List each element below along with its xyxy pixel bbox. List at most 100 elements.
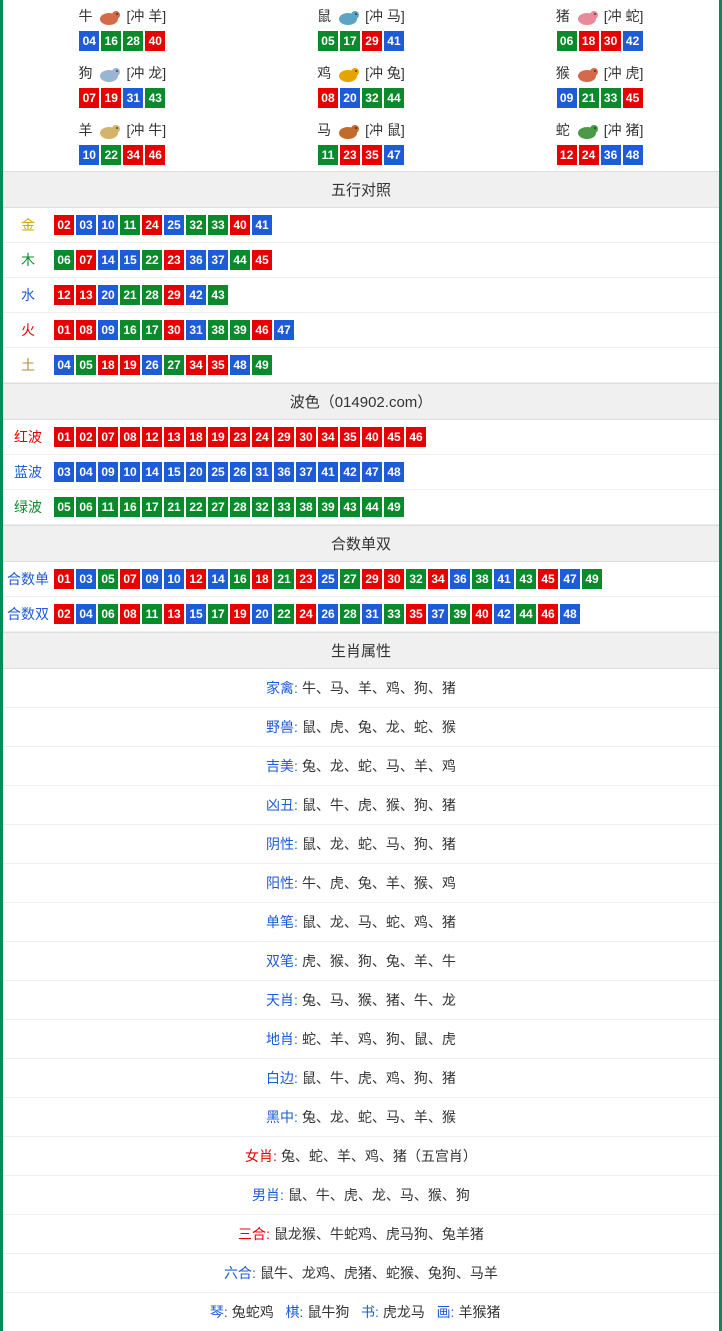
number-ball: 03 — [76, 569, 96, 589]
number-ball: 37 — [428, 604, 448, 624]
zodiac-icon — [333, 5, 363, 27]
zodiac-icon — [94, 62, 124, 84]
prop-label: 天肖: — [266, 992, 298, 1008]
prop-row: 阴性:鼠、龙、蛇、马、狗、猪 — [3, 825, 719, 864]
wuxing-vals: 1213202128294243 — [53, 284, 719, 306]
number-ball: 47 — [384, 145, 404, 165]
prop-value: 牛、马、羊、鸡、狗、猪 — [302, 680, 456, 696]
number-ball: 28 — [123, 31, 143, 51]
number-ball: 32 — [252, 497, 272, 517]
number-ball: 08 — [76, 320, 96, 340]
number-ball: 16 — [120, 320, 140, 340]
wuxing-row: 水1213202128294243 — [3, 278, 719, 313]
prop-row: 双笔:虎、猴、狗、兔、羊、牛 — [3, 942, 719, 981]
number-ball: 15 — [120, 250, 140, 270]
number-ball: 28 — [230, 497, 250, 517]
number-ball: 07 — [76, 250, 96, 270]
wuxing-row: 火0108091617303138394647 — [3, 313, 719, 348]
zodiac-cell: 狗[冲 龙]07193143 — [3, 57, 242, 114]
number-ball: 45 — [623, 88, 643, 108]
number-ball: 22 — [142, 250, 162, 270]
number-ball: 04 — [76, 462, 96, 482]
number-ball: 22 — [274, 604, 294, 624]
wuxing-label: 水 — [3, 285, 53, 305]
zodiac-cell: 羊[冲 牛]10223446 — [3, 114, 242, 171]
number-ball: 18 — [98, 355, 118, 375]
zodiac-grid: 牛[冲 羊]04162840鼠[冲 马]05172941猪[冲 蛇]061830… — [3, 0, 719, 171]
bose-label: 红波 — [3, 427, 53, 447]
wuxing-label: 木 — [3, 250, 53, 270]
wuxing-table: 金02031011242532334041木060714152223363744… — [3, 208, 719, 383]
number-ball: 23 — [164, 250, 184, 270]
number-ball: 37 — [296, 462, 316, 482]
number-ball: 09 — [557, 88, 577, 108]
number-ball: 38 — [296, 497, 316, 517]
number-ball: 44 — [362, 497, 382, 517]
prop-label: 三合: — [238, 1226, 270, 1242]
number-ball: 23 — [296, 569, 316, 589]
zodiac-icon — [572, 119, 602, 141]
qqsh-value: 羊猴猪 — [458, 1304, 500, 1320]
number-ball: 31 — [123, 88, 143, 108]
heshu-row: 合数双0204060811131517192022242628313335373… — [3, 597, 719, 632]
number-ball: 47 — [560, 569, 580, 589]
number-ball: 19 — [101, 88, 121, 108]
prop-value: 兔、龙、蛇、马、羊、鸡 — [302, 758, 456, 774]
zodiac-nums: 07193143 — [3, 87, 242, 109]
number-ball: 14 — [208, 569, 228, 589]
number-ball: 40 — [472, 604, 492, 624]
bose-label: 蓝波 — [3, 462, 53, 482]
number-ball: 16 — [230, 569, 250, 589]
prop-header: 生肖属性 — [3, 632, 719, 669]
number-ball: 01 — [54, 320, 74, 340]
wuxing-vals: 0108091617303138394647 — [53, 319, 719, 341]
number-ball: 06 — [54, 250, 74, 270]
zodiac-nums: 10223446 — [3, 144, 242, 166]
number-ball: 01 — [54, 427, 74, 447]
prop-value: 鼠牛、龙鸡、虎猪、蛇猴、兔狗、马羊 — [260, 1265, 498, 1281]
number-ball: 48 — [623, 145, 643, 165]
heshu-header: 合数单双 — [3, 525, 719, 562]
prop-row: 六合:鼠牛、龙鸡、虎猪、蛇猴、兔狗、马羊 — [3, 1254, 719, 1293]
number-ball: 21 — [579, 88, 599, 108]
prop-label: 男肖: — [252, 1187, 284, 1203]
zodiac-name: 马 — [317, 120, 331, 140]
zodiac-chong: [冲 羊] — [126, 6, 166, 26]
heshu-label: 合数双 — [3, 604, 53, 624]
number-ball: 39 — [230, 320, 250, 340]
number-ball: 05 — [318, 31, 338, 51]
number-ball: 29 — [274, 427, 294, 447]
number-ball: 04 — [54, 355, 74, 375]
zodiac-cell: 鸡[冲 兔]08203244 — [242, 57, 481, 114]
number-ball: 09 — [98, 320, 118, 340]
zodiac-name: 牛 — [78, 6, 92, 26]
number-ball: 05 — [76, 355, 96, 375]
number-ball: 33 — [208, 215, 228, 235]
number-ball: 46 — [252, 320, 272, 340]
number-ball: 14 — [142, 462, 162, 482]
heshu-vals: 0204060811131517192022242628313335373940… — [53, 603, 719, 625]
number-ball: 13 — [164, 604, 184, 624]
number-ball: 44 — [230, 250, 250, 270]
number-ball: 45 — [384, 427, 404, 447]
prop-row: 凶丑:鼠、牛、虎、猴、狗、猪 — [3, 786, 719, 825]
number-ball: 04 — [76, 604, 96, 624]
zodiac-icon — [333, 119, 363, 141]
zodiac-icon — [333, 62, 363, 84]
prop-value: 鼠、龙、马、蛇、鸡、猪 — [302, 914, 456, 930]
number-ball: 37 — [208, 250, 228, 270]
qqsh-value: 兔蛇鸡 — [232, 1304, 274, 1320]
zodiac-head: 鸡[冲 兔] — [242, 62, 481, 84]
number-ball: 41 — [318, 462, 338, 482]
zodiac-nums: 11233547 — [242, 144, 481, 166]
prop-label: 地肖: — [266, 1031, 298, 1047]
number-ball: 40 — [145, 31, 165, 51]
zodiac-head: 牛 [冲 羊] — [3, 5, 242, 27]
zodiac-name: 狗 — [78, 63, 92, 83]
number-ball: 07 — [120, 569, 140, 589]
number-ball: 09 — [142, 569, 162, 589]
prop-table: 家禽:牛、马、羊、鸡、狗、猪野兽:鼠、虎、兔、龙、蛇、猴吉美:兔、龙、蛇、马、羊… — [3, 669, 719, 1293]
number-ball: 41 — [252, 215, 272, 235]
number-ball: 34 — [318, 427, 338, 447]
prop-row: 单笔:鼠、龙、马、蛇、鸡、猪 — [3, 903, 719, 942]
